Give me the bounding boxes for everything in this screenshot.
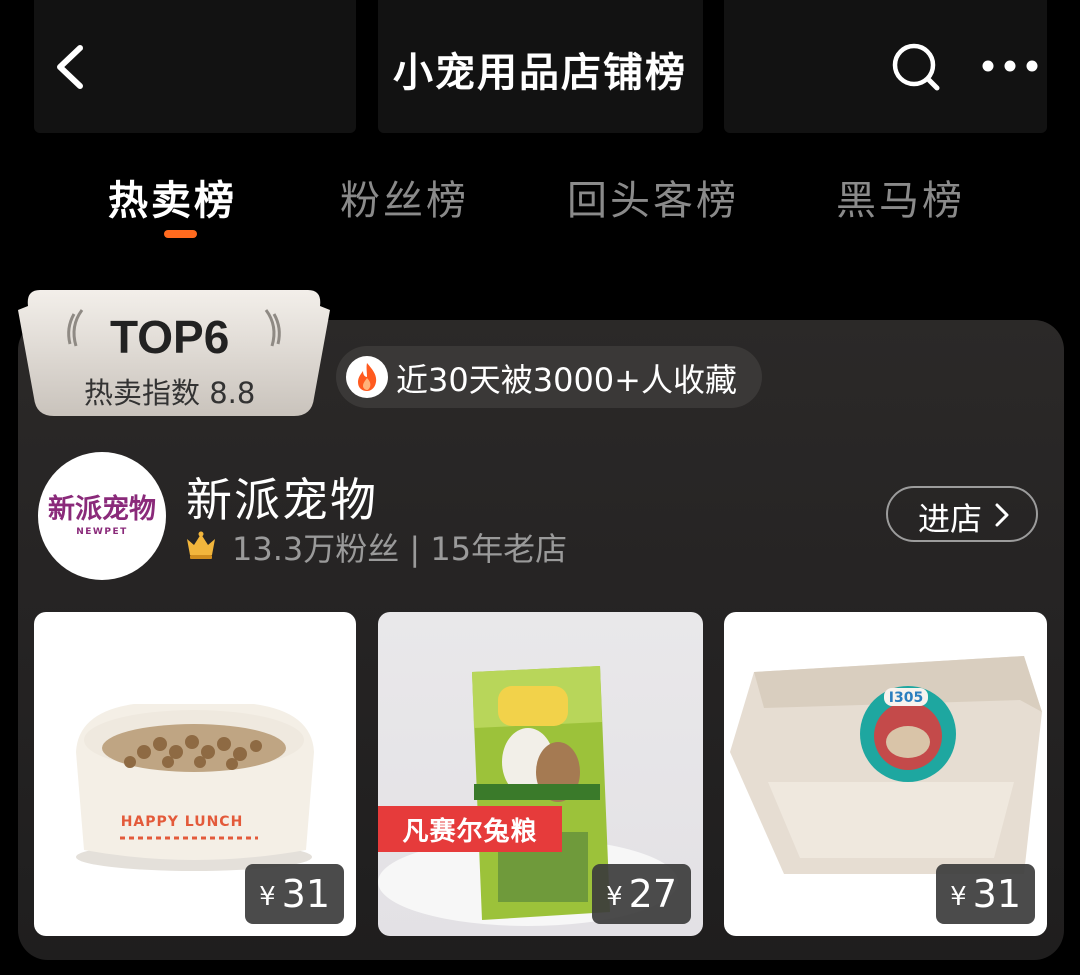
header: 小宠用品店铺榜	[0, 0, 1080, 133]
product-card[interactable]: HAPPY LUNCH ¥ 31	[34, 612, 356, 936]
store-meta: 13.3万粉丝 | 15年老店	[232, 530, 568, 568]
product-card[interactable]: 凡赛尔兔粮 ¥ 27	[378, 612, 703, 936]
product-card[interactable]: I305 ¥ 31	[724, 612, 1047, 936]
store-avatar[interactable]: 新派宠物 NEWPET	[38, 452, 166, 580]
fire-icon	[346, 356, 388, 398]
store-name[interactable]: 新派宠物	[186, 464, 378, 530]
svg-text:新派宠物: 新派宠物	[48, 493, 156, 525]
price-tag: ¥ 31	[245, 864, 344, 924]
ranking-tabs: 热卖榜 粉丝榜 回头客榜 黑马榜	[0, 168, 1080, 248]
svg-text:NEWPET: NEWPET	[76, 527, 128, 537]
search-icon	[892, 43, 940, 91]
tab-repeat-customers[interactable]: 回头客榜	[567, 168, 739, 226]
product-tag: 凡赛尔兔粮	[378, 806, 562, 852]
price-symbol: ¥	[606, 882, 623, 912]
store-logo: 新派宠物 NEWPET	[48, 493, 156, 537]
more-icon	[982, 60, 1038, 72]
search-button[interactable]	[886, 40, 946, 94]
active-tab-indicator	[164, 230, 197, 238]
crown-icon	[187, 531, 215, 559]
svg-text:I305: I305	[889, 690, 923, 706]
tab-fans[interactable]: 粉丝榜	[340, 168, 469, 226]
price-value: 31	[972, 872, 1021, 916]
enter-store-button[interactable]: 进店	[886, 486, 1038, 542]
tab-dark-horse[interactable]: 黑马榜	[836, 168, 965, 226]
svg-text:HAPPY LUNCH: HAPPY LUNCH	[121, 814, 244, 830]
price-value: 31	[281, 872, 330, 916]
price-value: 27	[628, 872, 677, 916]
tab-hot-sales[interactable]: 热卖榜	[108, 168, 237, 226]
enter-store-label: 进店	[918, 500, 983, 538]
favorites-badge: 近30天被3000+人收藏	[336, 346, 762, 408]
favorites-text: 近30天被3000+人收藏	[396, 361, 737, 399]
price-tag: ¥ 27	[592, 864, 691, 924]
chevron-right-icon	[995, 503, 1009, 527]
more-button[interactable]	[976, 48, 1046, 84]
hot-sales-index: 热卖指数 8.8	[84, 376, 256, 410]
price-tag: ¥ 31	[936, 864, 1035, 924]
price-symbol: ¥	[259, 882, 276, 912]
price-symbol: ¥	[950, 882, 967, 912]
rank-title: TOP6	[110, 311, 230, 363]
